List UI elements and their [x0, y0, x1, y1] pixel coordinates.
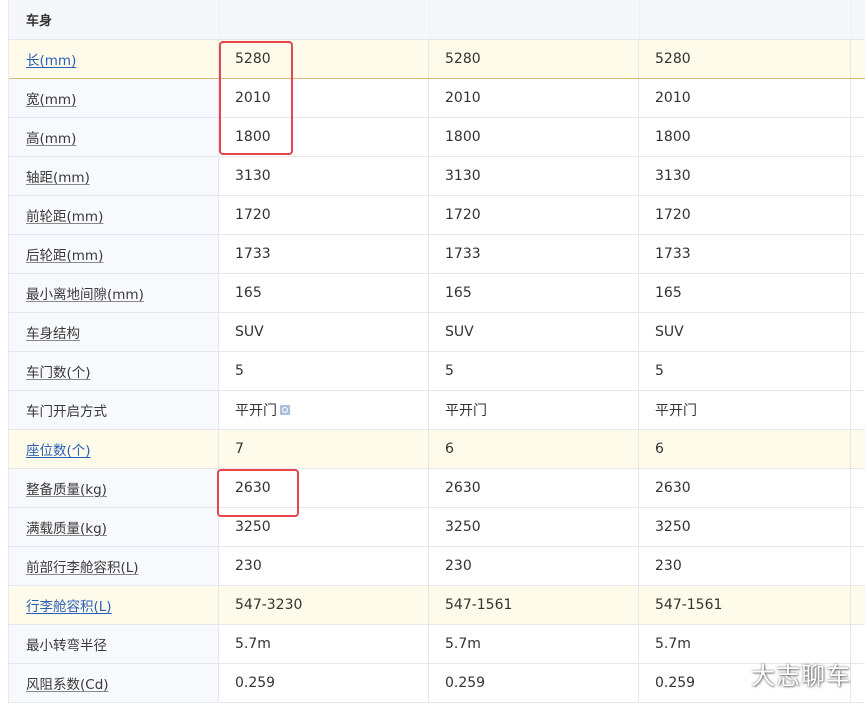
spec-label[interactable]: 长(mm) — [9, 40, 219, 78]
spec-label[interactable]: 车身结构 — [9, 313, 219, 351]
spec-value: 230 — [639, 547, 851, 585]
spec-label[interactable]: 前轮距(mm) — [9, 196, 219, 234]
spec-value: 5 — [639, 352, 851, 390]
spec-row-rear-track: 后轮距(mm) 1733 1733 1733 — [9, 235, 865, 274]
spec-value: 1733 — [219, 235, 429, 273]
spec-value: 547-3230 — [219, 586, 429, 624]
spec-value: 1733 — [429, 235, 639, 273]
spec-value: SUV — [219, 313, 429, 351]
spec-value: 1800 — [219, 118, 429, 156]
spec-label[interactable]: 整备质量(kg) — [9, 469, 219, 507]
spec-value: 5280 — [219, 40, 429, 78]
spec-value: 0.259 — [219, 664, 429, 702]
spec-row-seats: 座位数(个) 7 6 6 — [9, 430, 865, 469]
spec-value: 2010 — [219, 79, 429, 117]
spec-value: 5 — [219, 352, 429, 390]
spec-value: 3130 — [429, 157, 639, 195]
spec-value: 3250 — [219, 508, 429, 546]
spec-value: 0.259 — [429, 664, 639, 702]
spec-row-wheelbase: 轴距(mm) 3130 3130 3130 — [9, 157, 865, 196]
spec-value: 1800 — [639, 118, 851, 156]
spec-value: 230 — [429, 547, 639, 585]
spec-value: 5280 — [429, 40, 639, 78]
spec-value: 5 — [429, 352, 639, 390]
spec-label[interactable]: 宽(mm) — [9, 79, 219, 117]
spec-value: 1720 — [639, 196, 851, 234]
spec-value: 5280 — [639, 40, 851, 78]
spec-label[interactable]: 行李舱容积(L) — [9, 586, 219, 624]
spec-row-body-structure: 车身结构 SUV SUV SUV — [9, 313, 865, 352]
spec-row-ground-clearance: 最小离地间隙(mm) 165 165 165 — [9, 274, 865, 313]
spec-value: 5.7m — [219, 625, 429, 663]
spec-value: 165 — [219, 274, 429, 312]
spec-row-doors: 车门数(个) 5 5 5 — [9, 352, 865, 391]
spec-value: 547-1561 — [429, 586, 639, 624]
spec-value: 547-1561 — [639, 586, 851, 624]
spec-value: 3130 — [639, 157, 851, 195]
spec-value: 1720 — [429, 196, 639, 234]
header-divider — [639, 0, 640, 39]
spec-label: 车门开启方式 — [9, 391, 219, 429]
spec-label[interactable]: 满载质量(kg) — [9, 508, 219, 546]
spec-value: 6 — [429, 430, 639, 468]
spec-value: 2010 — [639, 79, 851, 117]
spec-value: 3130 — [219, 157, 429, 195]
spec-value: 平开门 — [429, 391, 639, 429]
spec-value: 230 — [219, 547, 429, 585]
spec-row-frunk-volume: 前部行李舱容积(L) 230 230 230 — [9, 547, 865, 586]
spec-label[interactable]: 后轮距(mm) — [9, 235, 219, 273]
spec-value: 165 — [429, 274, 639, 312]
spec-row-height: 高(mm) 1800 1800 1800 — [9, 118, 865, 157]
spec-row-drag-coefficient: 风阻系数(Cd) 0.259 0.259 0.259 — [9, 664, 865, 703]
spec-label[interactable]: 高(mm) — [9, 118, 219, 156]
spec-row-gross-weight: 满载质量(kg) 3250 3250 3250 — [9, 508, 865, 547]
spec-value: 2630 — [639, 469, 851, 507]
spec-label[interactable]: 车门数(个) — [9, 352, 219, 390]
spec-row-length: 长(mm) 5280 5280 5280 — [9, 40, 865, 79]
spec-value: 7 — [219, 430, 429, 468]
spec-value: 5.7m — [429, 625, 639, 663]
spec-label: 最小转弯半径 — [9, 625, 219, 663]
spec-value: 2630 — [219, 469, 429, 507]
spec-value: SUV — [639, 313, 851, 351]
spec-label[interactable]: 风阻系数(Cd) — [9, 664, 219, 702]
spec-value: 2010 — [429, 79, 639, 117]
spec-value: 2630 — [429, 469, 639, 507]
section-header: 车身 — [9, 0, 865, 40]
spec-label[interactable]: 轴距(mm) — [9, 157, 219, 195]
watermark: 大志聊车 — [751, 662, 851, 690]
spec-value: 6 — [639, 430, 851, 468]
spec-value: 3250 — [639, 508, 851, 546]
spec-value: 平开门 — [639, 391, 851, 429]
spec-table: 车身 长(mm) 5280 5280 5280 宽(mm) 2010 2010 … — [8, 0, 865, 703]
spec-row-turning-radius: 最小转弯半径 5.7m 5.7m 5.7m — [9, 625, 865, 664]
header-divider — [219, 0, 220, 39]
section-title: 车身 — [26, 14, 53, 29]
spec-label[interactable]: 座位数(个) — [9, 430, 219, 468]
search-icon[interactable] — [280, 405, 290, 415]
header-divider — [429, 0, 430, 39]
spec-value: SUV — [429, 313, 639, 351]
spec-value: 1800 — [429, 118, 639, 156]
spec-value: 1733 — [639, 235, 851, 273]
spec-value-text: 平开门 — [235, 403, 277, 419]
spec-row-width: 宽(mm) 2010 2010 2010 — [9, 79, 865, 118]
spec-row-front-track: 前轮距(mm) 1720 1720 1720 — [9, 196, 865, 235]
spec-row-curb-weight: 整备质量(kg) 2630 2630 2630 — [9, 469, 865, 508]
spec-label[interactable]: 前部行李舱容积(L) — [9, 547, 219, 585]
spec-value: 3250 — [429, 508, 639, 546]
spec-row-trunk-volume: 行李舱容积(L) 547-3230 547-1561 547-1561 — [9, 586, 865, 625]
spec-value: 平开门 — [219, 391, 429, 429]
spec-row-door-type: 车门开启方式 平开门 平开门 平开门 — [9, 391, 865, 430]
spec-value: 165 — [639, 274, 851, 312]
spec-value: 1720 — [219, 196, 429, 234]
header-divider — [851, 0, 852, 39]
spec-label[interactable]: 最小离地间隙(mm) — [9, 274, 219, 312]
